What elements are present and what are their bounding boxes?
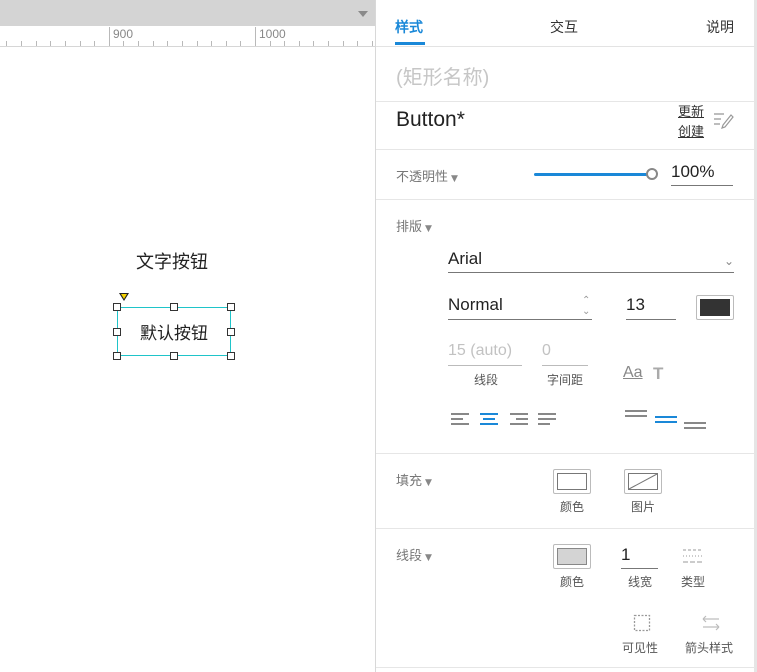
inspector-panel: 样式 交互 说明 (矩形名称) Button* 更新 创建 不透明性 ▼ 100%… [375, 0, 757, 672]
resize-handle-top[interactable] [170, 303, 178, 311]
caret-down-icon: ▼ [425, 553, 432, 563]
border-color-picker[interactable] [553, 544, 591, 569]
resize-handle-bottom[interactable] [170, 352, 178, 360]
fill-section-label[interactable]: 填充 ▼ [396, 470, 432, 489]
fill-color-picker[interactable] [553, 469, 591, 494]
spinner-arrows-icon[interactable]: ⌃ ⌄ [582, 295, 590, 317]
chevron-down-icon: ⌄ [724, 254, 735, 268]
divider [376, 528, 755, 529]
text-button-widget[interactable]: 文字按钮 [136, 248, 208, 274]
shape-name-input[interactable]: (矩形名称) [396, 61, 489, 90]
align-center-icon[interactable] [480, 413, 498, 427]
update-style-link[interactable]: 更新 [678, 101, 704, 120]
divider [376, 149, 755, 150]
align-right-icon[interactable] [510, 413, 528, 427]
opacity-input[interactable]: 100% [671, 160, 733, 186]
border-label: 线段 [396, 549, 423, 564]
image-placeholder-icon [628, 473, 658, 490]
border-type-label: 类型 [681, 575, 706, 589]
resize-handle-right[interactable] [227, 328, 235, 336]
edit-style-icon[interactable] [712, 110, 734, 130]
resize-handle-top-right[interactable] [227, 303, 235, 311]
divider [376, 667, 755, 668]
font-family-select[interactable]: Arial [448, 249, 734, 273]
resize-handle-bottom-left[interactable] [113, 352, 121, 360]
fill-image-label: 图片 [631, 500, 656, 514]
tab-notes[interactable]: 说明 [706, 17, 734, 37]
char-spacing-input[interactable]: 0 [542, 342, 588, 366]
create-style-link[interactable]: 创建 [678, 121, 704, 140]
resize-handle-top-left[interactable] [113, 303, 121, 311]
anchor-marker-fill [121, 294, 127, 299]
opacity-slider-handle[interactable] [646, 168, 658, 180]
horizontal-ruler: 900 1000 [0, 26, 375, 47]
arrow-style-label: 箭头样式 [685, 641, 734, 655]
style-name-label[interactable]: Button* [396, 108, 465, 132]
border-color-label: 颜色 [560, 575, 585, 589]
opacity-label: 不透明性 [396, 170, 449, 185]
text-shadow-icon[interactable]: T [653, 364, 663, 384]
typography-label: 排版 [396, 220, 423, 235]
divider [376, 453, 755, 454]
valign-middle-icon[interactable] [655, 412, 677, 434]
ruler-label-900: 900 [113, 27, 134, 41]
border-visibility-label: 可见性 [622, 641, 659, 655]
canvas-toolbar-strip [0, 0, 375, 26]
opacity-section-label[interactable]: 不透明性 ▼ [396, 166, 458, 185]
valign-bottom-icon[interactable] [684, 416, 706, 438]
border-type-icon[interactable] [682, 547, 704, 565]
app-window: 900 1000 文字按钮 默认按钮 样式 交互 说明 (矩形名称) Butto… [0, 0, 757, 672]
ruler-label-1000: 1000 [259, 27, 286, 41]
border-width-label: 线宽 [628, 575, 653, 589]
font-weight-select[interactable]: Normal [448, 295, 592, 320]
border-color-preview [557, 548, 587, 565]
font-color-fill [700, 299, 730, 316]
border-width-input[interactable]: 1 [621, 545, 658, 569]
fill-label: 填充 [396, 474, 423, 489]
default-button-widget[interactable]: 默认按钮 [117, 307, 231, 356]
text-style-icon[interactable]: Aa [623, 364, 643, 382]
font-color-picker[interactable] [696, 295, 734, 320]
border-section-label[interactable]: 线段 ▼ [396, 545, 432, 564]
divider [376, 199, 755, 200]
caret-down-icon: ▼ [451, 174, 458, 184]
char-spacing-label: 字间距 [547, 373, 584, 387]
inspector-tabs: 样式 交互 说明 [376, 0, 755, 47]
typography-section-label[interactable]: 排版 ▼ [396, 216, 432, 235]
fill-image-picker[interactable] [624, 469, 662, 494]
active-tab-indicator [395, 42, 425, 45]
fill-color-label: 颜色 [560, 500, 585, 514]
caret-down-icon: ▼ [425, 478, 432, 488]
tab-interactions[interactable]: 交互 [550, 17, 578, 37]
design-canvas[interactable]: 900 1000 文字按钮 默认按钮 [0, 0, 375, 672]
line-spacing-input[interactable]: 15 (auto) [448, 342, 522, 366]
opacity-slider-track[interactable] [534, 173, 651, 176]
resize-handle-bottom-right[interactable] [227, 352, 235, 360]
valign-top-icon[interactable] [625, 408, 647, 430]
caret-down-icon: ▼ [425, 224, 432, 234]
align-justify-icon[interactable] [538, 413, 556, 427]
dropdown-arrow-icon[interactable] [358, 11, 368, 17]
line-spacing-label: 线段 [474, 373, 499, 387]
arrow-style-icon[interactable] [700, 614, 722, 632]
align-left-icon[interactable] [451, 413, 469, 427]
tab-style[interactable]: 样式 [395, 17, 423, 37]
fill-color-preview [557, 473, 587, 490]
border-visibility-icon[interactable] [632, 613, 652, 633]
resize-handle-left[interactable] [113, 328, 121, 336]
font-size-input[interactable]: 13 [626, 295, 676, 320]
